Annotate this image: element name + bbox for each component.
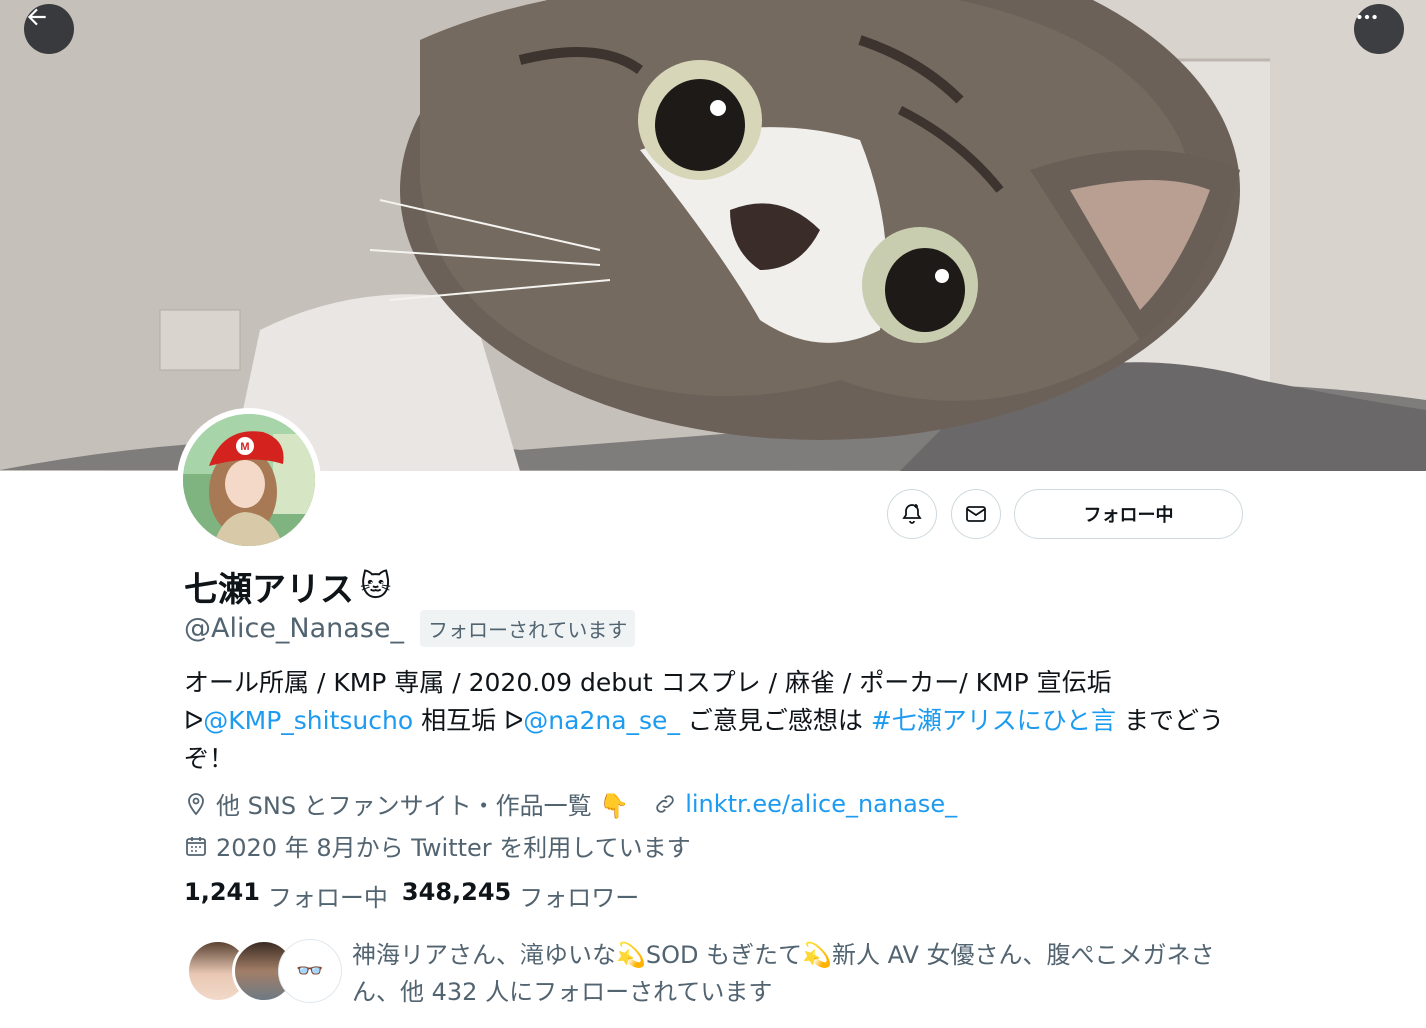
cat-emoji: 🐱	[360, 569, 392, 604]
following-count: 1,241	[184, 878, 260, 906]
mention-na2na-se[interactable]: @na2na_se_	[523, 706, 680, 735]
website-item[interactable]: linktr.ee/alice_nanase_	[653, 790, 957, 818]
more-options-button[interactable]	[1354, 4, 1404, 54]
following-stat[interactable]: 1,241 フォロー中	[184, 878, 388, 913]
profile-banner[interactable]	[0, 0, 1426, 471]
envelope-icon	[966, 506, 986, 522]
follower-avatars: 👓	[186, 937, 342, 1003]
follows-you-badge: フォローされています	[420, 610, 636, 647]
location-pin-icon	[188, 792, 204, 815]
joined-text: 2020 年 8月から Twitter を利用しています	[216, 834, 691, 862]
profile-meta-row: 他 SNS とファンサイト・作品一覧 👇 linktr.ee/alice_nan…	[184, 786, 957, 821]
more-horizontal-icon	[1357, 14, 1377, 20]
follow-stats: 1,241 フォロー中 348,245 フォロワー	[184, 878, 639, 913]
back-button[interactable]	[24, 4, 74, 54]
following-button[interactable]: フォロー中	[1014, 489, 1243, 539]
followers-label: フォロワー	[519, 884, 640, 912]
bio-text-mid2: ご意見ご感想は	[679, 706, 871, 735]
hashtag-link[interactable]: #七瀬アリスにひと言	[871, 706, 1116, 735]
calendar-icon	[186, 836, 206, 856]
handle-row: @Alice_Nanase_ フォローされています	[184, 610, 636, 647]
bio-line1: オール所属 / KMP 専属 / 2020.09 debut コスプレ / 麻雀…	[184, 668, 1112, 697]
notifications-button[interactable]	[887, 489, 937, 539]
display-name-text: 七瀬アリス	[184, 570, 354, 610]
profile-avatar[interactable]: M	[177, 408, 321, 552]
website-link[interactable]: linktr.ee/alice_nanase_	[685, 790, 957, 818]
display-name: 七瀬アリス 🐱	[184, 562, 391, 611]
bio-arrow-2: ᐅ	[504, 706, 524, 735]
avatar-image: M	[183, 414, 315, 546]
mention-kmp-shitsucho[interactable]: @KMP_shitsucho	[203, 706, 413, 735]
joined-item: 2020 年 8月から Twitter を利用しています	[184, 828, 691, 863]
bio-text-mid1: 相互垢	[413, 706, 505, 735]
bio-arrow-1: ᐅ	[184, 706, 204, 735]
location-text: 他 SNS とファンサイト・作品一覧 👇	[216, 792, 630, 820]
link-icon	[656, 794, 674, 813]
profile-bio: オール所属 / KMP 専属 / 2020.09 debut コスプレ / 麻雀…	[184, 664, 1244, 778]
followers-you-know[interactable]: 👓 神海リアさん、滝ゆいな💫SOD もぎたて💫新人 AV 女優さん、腹ぺこメガネ…	[186, 937, 1232, 1011]
joined-row: 2020 年 8月から Twitter を利用しています	[184, 828, 691, 863]
location-item: 他 SNS とファンサイト・作品一覧 👇	[184, 786, 629, 821]
banner-image	[0, 0, 1426, 471]
follower-avatar-glasses: 👓	[278, 939, 342, 1003]
message-button[interactable]	[951, 489, 1001, 539]
arrow-left-icon	[27, 8, 46, 26]
following-label: フォロー中	[267, 884, 388, 912]
user-handle: @Alice_Nanase_	[184, 613, 405, 644]
bell-plus-icon	[902, 504, 922, 524]
followers-stat[interactable]: 348,245 フォロワー	[402, 878, 639, 913]
svg-text:M: M	[240, 441, 249, 453]
followers-you-know-text: 神海リアさん、滝ゆいな💫SOD もぎたて💫新人 AV 女優さん、腹ぺこメガネさん…	[352, 941, 1215, 1006]
followers-count: 348,245	[401, 878, 512, 906]
